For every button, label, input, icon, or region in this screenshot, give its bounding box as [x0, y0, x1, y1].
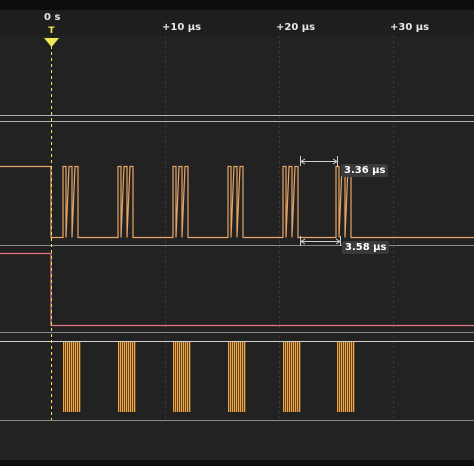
channel-pink-trace[interactable] — [0, 252, 474, 327]
scl-pulse — [132, 342, 134, 412]
scl-pulse — [77, 342, 79, 412]
scl-pulse — [71, 342, 73, 412]
scl-pulse — [75, 342, 77, 412]
scl-pulse — [67, 342, 69, 412]
scl-pulse — [349, 342, 351, 412]
scl-pulse — [126, 342, 128, 412]
scl-pulse — [353, 342, 355, 412]
scl-pulse — [347, 342, 349, 412]
scl-pulse — [289, 342, 291, 412]
scl-pulse — [65, 342, 67, 412]
scl-pulse — [283, 342, 285, 412]
scl-pulse — [63, 342, 65, 412]
scl-pulse — [120, 342, 122, 412]
scl-pulse — [337, 342, 339, 412]
channel-scl-trace[interactable] — [63, 342, 355, 412]
scl-pulse — [73, 342, 75, 412]
scl-pulse — [69, 342, 71, 412]
scl-pulse — [130, 342, 132, 412]
trigger-marker-icon[interactable] — [44, 38, 59, 47]
measurement-lower-label: 3.58 µs — [342, 241, 390, 254]
scl-pulse — [183, 342, 185, 412]
scl-pulse — [181, 342, 183, 412]
scl-pulse — [293, 342, 295, 412]
scl-pulse — [185, 342, 187, 412]
scl-pulse — [287, 342, 289, 412]
scl-pulse — [343, 342, 345, 412]
measurement-upper[interactable] — [300, 156, 338, 166]
trigger-label: T — [48, 26, 55, 36]
scl-pulse — [118, 342, 120, 412]
scl-pulse — [173, 342, 175, 412]
scl-pulse — [244, 342, 246, 412]
scl-pulse — [236, 342, 238, 412]
scl-pulse — [187, 342, 189, 412]
scl-pulse — [291, 342, 293, 412]
time-grid — [165, 36, 394, 420]
scl-pulse — [295, 342, 297, 412]
scl-pulse — [228, 342, 230, 412]
scl-pulse — [134, 342, 136, 412]
scl-pulse — [175, 342, 177, 412]
scl-pulse — [122, 342, 124, 412]
scl-pulse — [339, 342, 341, 412]
channel-sda-trace[interactable] — [0, 165, 474, 239]
scl-pulse — [230, 342, 232, 412]
scl-pulse — [341, 342, 343, 412]
scl-pulse — [285, 342, 287, 412]
scl-pulse — [242, 342, 244, 412]
scl-pulse — [297, 342, 299, 412]
scl-pulse — [79, 342, 81, 412]
bottom-border — [0, 460, 474, 466]
scl-pulse — [179, 342, 181, 412]
scl-pulse — [351, 342, 353, 412]
scl-pulse — [128, 342, 130, 412]
scl-pulse — [234, 342, 236, 412]
scl-pulse — [240, 342, 242, 412]
scl-pulse — [189, 342, 191, 412]
measurement-upper-label: 3.36 µs — [341, 164, 389, 177]
scl-pulse — [299, 342, 301, 412]
scl-pulse — [124, 342, 126, 412]
scl-pulse — [345, 342, 347, 412]
waveform-canvas[interactable]: T — [0, 0, 474, 466]
scl-pulse — [232, 342, 234, 412]
scl-pulse — [177, 342, 179, 412]
logic-analyzer-waveform-view: 0 s +10 µs +20 µs +30 µs T 3.36 µs 3.58 … — [0, 0, 474, 466]
scl-pulse — [238, 342, 240, 412]
